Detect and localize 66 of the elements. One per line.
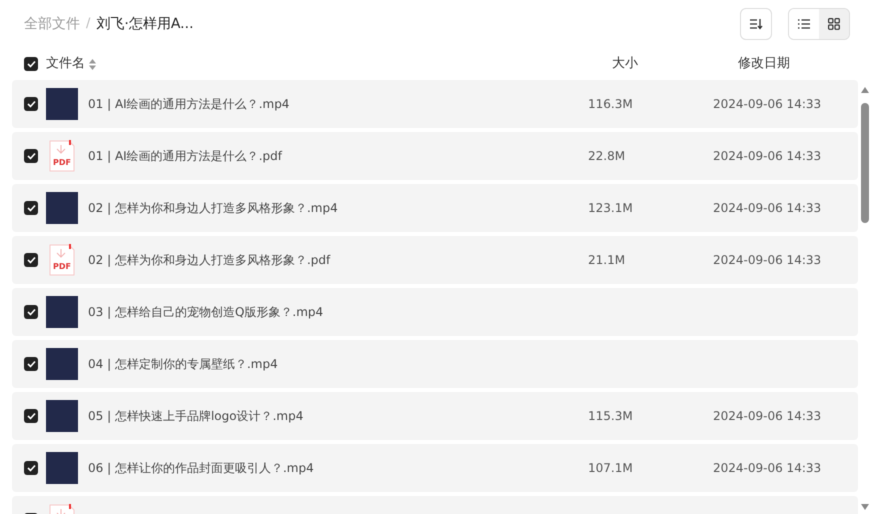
- file-name: 02 | 怎样为你和身边人打造多风格形象？.pdf: [88, 252, 332, 269]
- check-icon: [26, 152, 36, 160]
- check-icon: [26, 412, 36, 420]
- file-name: 04 | 怎样定制你的专属壁纸？.mp4: [88, 356, 279, 373]
- modified-date: 2024-09-06 14:33: [713, 408, 822, 425]
- video-thumbnail: [46, 400, 78, 432]
- breadcrumb-current: 刘飞·怎样用A...: [96, 14, 194, 34]
- scrollbar-thumb[interactable]: [861, 103, 869, 223]
- file-size: 116.3M: [588, 96, 634, 113]
- checkbox[interactable]: [24, 461, 38, 475]
- check-icon: [26, 256, 36, 264]
- check-icon: [26, 100, 36, 108]
- file-size: 107.1M: [588, 460, 634, 477]
- file-name: 03 | 怎样给自己的宠物创造Q版形象？.mp4: [88, 304, 324, 321]
- file-name: 01 | AI绘画的通用方法是什么？.pdf: [88, 148, 284, 165]
- file-size: 21.1M: [588, 252, 626, 269]
- checkbox[interactable]: [24, 357, 38, 371]
- checkbox[interactable]: [24, 57, 38, 71]
- file-row[interactable]: PDF 01 | AI绘画的通用方法是什么？.pdf 22.8M 2024-09-06 14:33: [12, 132, 858, 180]
- file-size: 123.1M: [588, 200, 634, 217]
- check-icon: [26, 60, 36, 68]
- sort-icon: [749, 18, 763, 30]
- check-icon: [26, 360, 36, 368]
- file-name: 05 | 怎样快速上手品牌logo设计？.mp4: [88, 408, 304, 425]
- file-name: 02 | 怎样为你和身边人打造多风格形象？.mp4: [88, 200, 339, 217]
- sort-icon[interactable]: [89, 58, 96, 70]
- video-thumbnail: [46, 452, 78, 484]
- modified-date: 2024-09-06 14:33: [713, 460, 822, 477]
- file-row[interactable]: 03 | 怎样给自己的宠物创造Q版形象？.mp4: [12, 288, 858, 336]
- video-thumbnail: [46, 296, 78, 328]
- checkbox[interactable]: [24, 201, 38, 215]
- video-thumbnail: [46, 192, 78, 224]
- file-name: 06 | 怎样让你的作品封面更吸引人？.mp4: [88, 460, 315, 477]
- sort-button[interactable]: [740, 8, 772, 40]
- modified-date: 2024-09-06 14:33: [713, 252, 822, 269]
- file-size: 115.3M: [588, 408, 634, 425]
- checkbox[interactable]: [24, 305, 38, 319]
- breadcrumb-separator: /: [86, 15, 90, 34]
- file-row[interactable]: 04 | 怎样定制你的专属壁纸？.mp4: [12, 340, 858, 388]
- file-size: 22.8M: [588, 148, 626, 165]
- checkbox[interactable]: [24, 97, 38, 111]
- file-row[interactable]: 06 | 怎样让你的作品封面更吸引人？.mp4 107.1M 2024-09-06 14:33: [12, 444, 858, 492]
- modified-date: 2024-09-06 14:33: [713, 148, 822, 165]
- file-row[interactable]: PDF 02 | 怎样为你和身边人打造多风格形象？.pdf 21.1M 2024-09-06 14:33: [12, 236, 858, 284]
- file-row[interactable]: 05 | 怎样快速上手品牌logo设计？.mp4 115.3M 2024-09-06 14:33: [12, 392, 858, 440]
- video-thumbnail: [46, 88, 78, 120]
- list-icon: [798, 19, 810, 29]
- column-header[interactable]: 文件名: [46, 54, 85, 74]
- scroll-up-arrow[interactable]: [861, 87, 869, 93]
- video-thumbnail: [46, 348, 78, 380]
- check-icon: [26, 204, 36, 212]
- column-header: 修改日期: [738, 55, 790, 74]
- column-header: 大小: [612, 55, 638, 74]
- grid-icon: [828, 18, 840, 30]
- scroll-down-arrow[interactable]: [861, 504, 869, 510]
- checkbox[interactable]: [24, 253, 38, 267]
- file-name: 01 | AI绘画的通用方法是什么？.mp4: [88, 96, 290, 113]
- file-row[interactable]: 02 | 怎样为你和身边人打造多风格形象？.mp4 123.1M 2024-09-06 14:33: [12, 184, 858, 232]
- file-row[interactable]: 01 | AI绘画的通用方法是什么？.mp4 116.3M 2024-09-06 14:33: [12, 80, 858, 128]
- checkbox[interactable]: [24, 149, 38, 163]
- check-icon: [26, 308, 36, 316]
- modified-date: 2024-09-06 14:33: [713, 200, 822, 217]
- grid-view-button[interactable]: [819, 9, 849, 39]
- modified-date: 2024-09-06 14:33: [713, 96, 822, 113]
- checkbox[interactable]: [24, 409, 38, 423]
- check-icon: [26, 464, 36, 472]
